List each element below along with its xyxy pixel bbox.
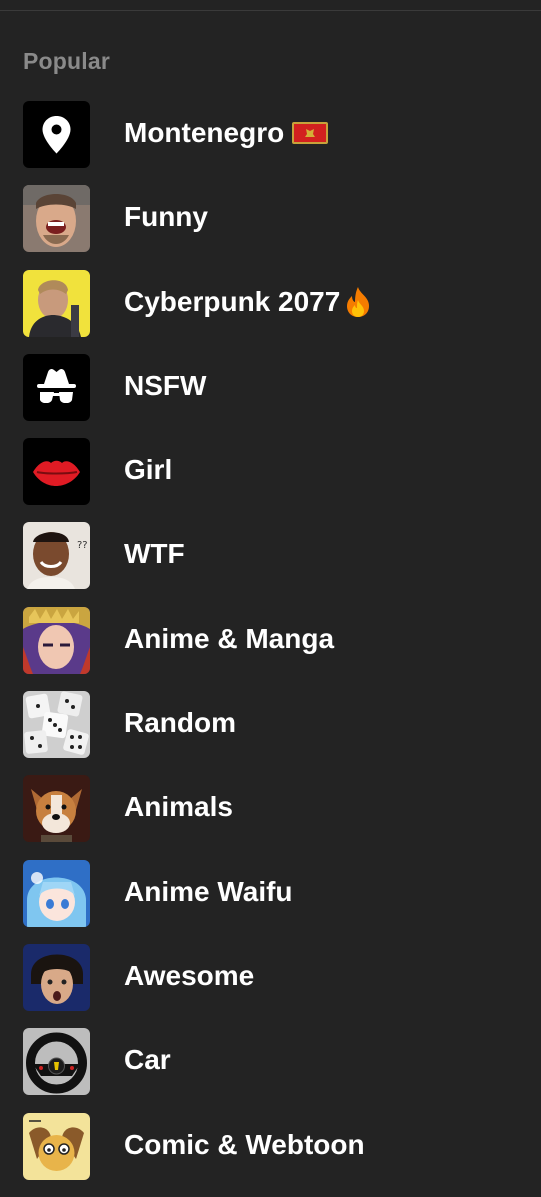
red-lips-icon (23, 438, 90, 506)
cartoon-dog-photo (23, 1112, 90, 1180)
category-item-wtf[interactable]: ?? WTF (0, 522, 541, 606)
category-item-animals[interactable]: Animals (0, 775, 541, 859)
category-item-awesome[interactable]: Awesome (0, 943, 541, 1028)
category-item-cyberpunk-2077[interactable]: Cyberpunk 2077 (0, 269, 541, 354)
anime-character-photo (23, 606, 90, 674)
category-label: Awesome (124, 959, 255, 991)
category-item-montenegro[interactable]: Montenegro (0, 101, 541, 185)
svg-text:??: ?? (77, 540, 88, 551)
category-label: Animals (124, 791, 233, 823)
category-label: Montenegro (124, 117, 285, 148)
category-item-funny[interactable]: Funny (0, 185, 541, 269)
dice-photo (23, 691, 90, 759)
category-list: Montenegro Funny Cyberpunk 2077 NSFW Gir… (0, 101, 541, 1197)
category-item-nsfw[interactable]: NSFW (0, 353, 541, 438)
steering-wheel-photo (23, 1028, 90, 1096)
category-item-car[interactable]: Car (0, 1028, 541, 1112)
category-label: Girl (124, 454, 173, 486)
laughing-man-photo (23, 185, 90, 253)
category-label: Random (124, 707, 236, 739)
top-divider (0, 0, 541, 11)
category-label: Anime & Manga (124, 622, 335, 654)
montenegro-flag-icon (292, 120, 329, 146)
cyberpunk-character-photo (23, 269, 90, 337)
location-pin-icon (23, 101, 90, 168)
category-label: Anime Waifu (124, 875, 293, 907)
category-label: Cyberpunk 2077 (124, 285, 341, 317)
category-label: Car (124, 1044, 171, 1076)
category-label: WTF (124, 538, 185, 570)
category-item-anime-manga[interactable]: Anime & Manga (0, 606, 541, 691)
confused-man-photo: ?? (23, 522, 90, 590)
category-label: NSFW (124, 369, 207, 401)
category-label: Funny (124, 201, 208, 233)
surprised-man-photo (23, 943, 90, 1011)
fire-icon (344, 286, 372, 318)
category-item-anime-waifu[interactable]: Anime Waifu (0, 859, 541, 944)
incognito-hat-glasses-icon (23, 353, 90, 421)
dog-photo (23, 775, 90, 843)
category-item-girl[interactable]: Girl (0, 438, 541, 522)
category-item-comic-webtoon[interactable]: Comic & Webtoon (0, 1112, 541, 1197)
anime-girl-photo (23, 859, 90, 927)
category-item-random[interactable]: Random (0, 691, 541, 775)
section-title: Popular (23, 48, 111, 74)
category-label: Comic & Webtoon (124, 1128, 365, 1160)
